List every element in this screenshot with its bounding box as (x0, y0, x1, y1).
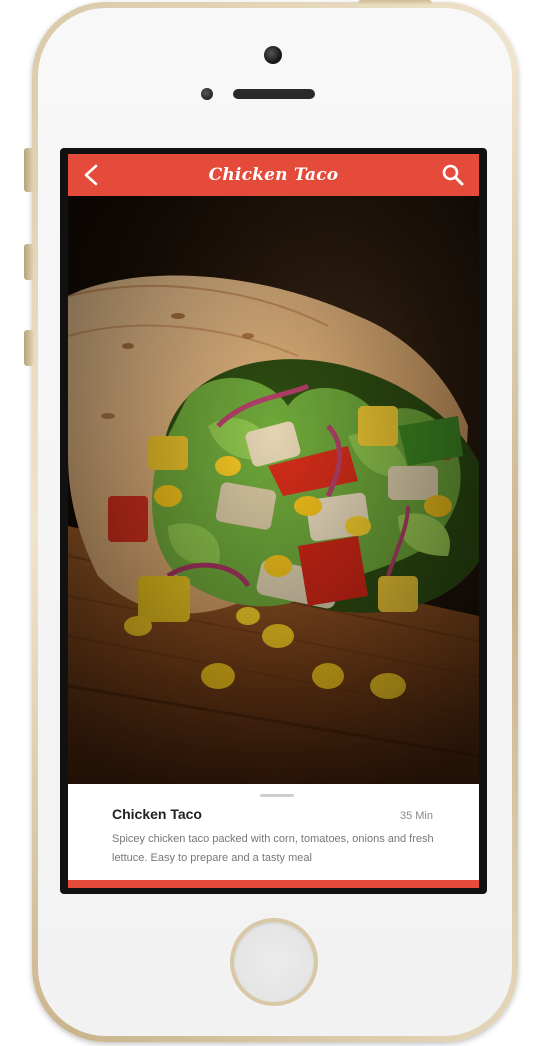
phone-screen: Chicken Taco Chicken Taco 35 Min Spicey … (60, 148, 487, 894)
recipe-name: Chicken Taco (112, 806, 202, 822)
bottom-accent-bar (68, 880, 479, 888)
recipe-time: 35 Min (399, 810, 433, 822)
drag-handle[interactable] (260, 794, 294, 797)
back-chevron-icon (84, 164, 98, 186)
taco-illustration (68, 196, 479, 784)
volume-up-button (24, 244, 34, 280)
volume-down-button (24, 330, 34, 366)
search-button[interactable] (439, 161, 467, 189)
recipe-description: Spicey chicken taco packed with corn, to… (112, 833, 434, 864)
front-camera (264, 46, 282, 64)
recipe-info-panel: Chicken Taco 35 Min Spicey chicken taco … (68, 784, 479, 880)
app-header: Chicken Taco (68, 154, 479, 196)
power-button (358, 0, 432, 6)
mute-switch (24, 148, 34, 192)
home-button[interactable] (230, 918, 318, 1006)
earpiece-speaker (233, 89, 315, 99)
proximity-sensor (201, 88, 213, 100)
app-view: Chicken Taco Chicken Taco 35 Min Spicey … (68, 154, 479, 888)
recipe-hero-image (68, 196, 479, 784)
page-title: Chicken Taco (208, 165, 339, 185)
back-button[interactable] (78, 162, 104, 188)
search-icon (442, 164, 464, 186)
